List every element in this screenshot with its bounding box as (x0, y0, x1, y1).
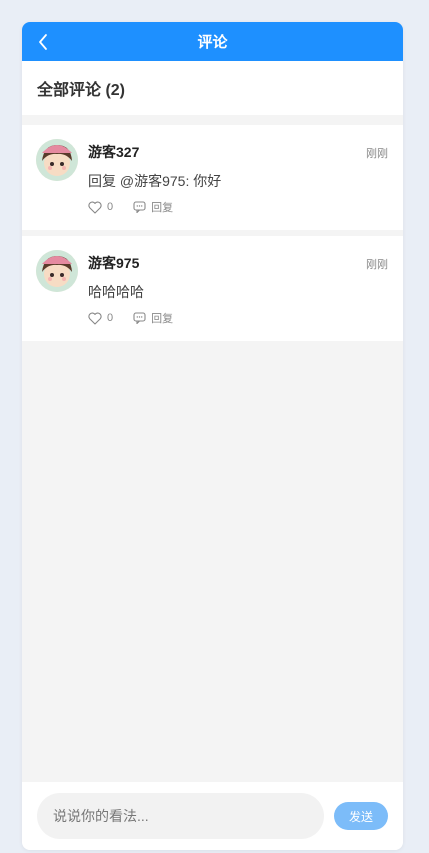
comment-item: 游客975 刚刚 哈哈哈哈 0 回复 (22, 236, 403, 341)
chat-bubble-icon (133, 201, 146, 213)
comment-time: 刚刚 (366, 259, 388, 271)
reply-button[interactable]: 回复 (133, 199, 173, 215)
comments-screen: 评论 全部评论 (2) 游客327 刚刚 回复 @游客975: 你好 0 回复 … (22, 22, 403, 850)
like-button[interactable]: 0 (88, 312, 113, 325)
comment-composer: 发送 (22, 782, 403, 850)
reply-button[interactable]: 回复 (133, 310, 173, 326)
reply-label: 回复 (151, 202, 174, 214)
avatar[interactable] (36, 139, 78, 181)
reply-label: 回复 (151, 313, 174, 325)
chevron-left-icon (39, 33, 47, 50)
chat-bubble-icon (133, 312, 146, 324)
comment-item: 游客327 刚刚 回复 @游客975: 你好 0 回复 (22, 125, 403, 230)
comment-actions: 0 回复 (88, 199, 193, 215)
comment-actions: 0 回复 (88, 310, 193, 326)
comment-username[interactable]: 游客327 (88, 142, 139, 162)
comment-input[interactable] (37, 793, 324, 839)
like-count: 0 (107, 201, 114, 213)
comments-count-heading: 全部评论 (2) (22, 61, 403, 115)
page-title: 评论 (197, 34, 228, 51)
comment-username[interactable]: 游客975 (88, 253, 139, 273)
comment-time: 刚刚 (366, 148, 388, 160)
avatar-illustration-icon (36, 139, 78, 181)
like-button[interactable]: 0 (88, 201, 113, 214)
send-button[interactable]: 发送 (334, 802, 388, 830)
avatar-illustration-icon (36, 250, 78, 292)
nav-bar: 评论 (22, 22, 403, 61)
heart-icon (88, 312, 102, 325)
comment-text: 回复 @游客975: 你好 (88, 173, 222, 189)
comment-list: 游客327 刚刚 回复 @游客975: 你好 0 回复 游客975 刚刚 哈哈哈… (22, 125, 403, 341)
like-count: 0 (107, 312, 114, 324)
comment-text: 哈哈哈哈 (88, 284, 144, 300)
avatar[interactable] (36, 250, 78, 292)
back-button[interactable] (28, 22, 58, 61)
heart-icon (88, 201, 102, 214)
